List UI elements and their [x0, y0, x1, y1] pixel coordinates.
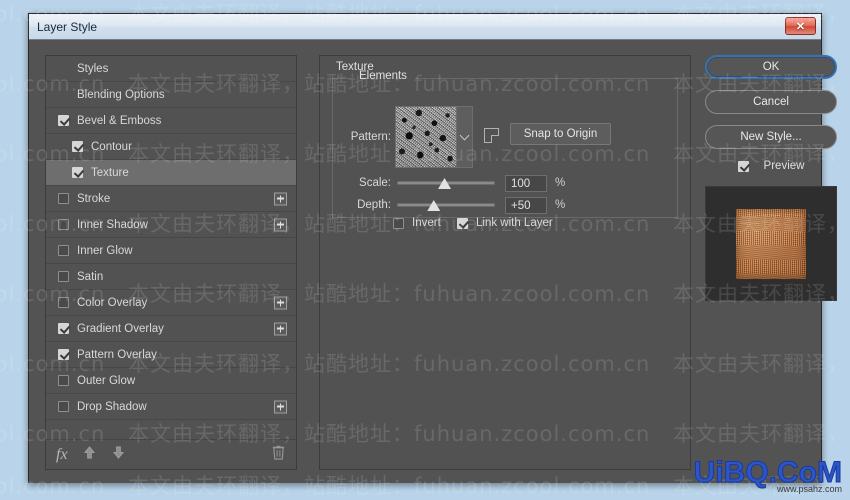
preview-label: Preview	[763, 160, 805, 172]
style-row-drop-shadow[interactable]: Drop Shadow	[46, 394, 296, 420]
scale-input[interactable]: 100	[505, 175, 547, 192]
style-enable-checkbox[interactable]	[58, 323, 69, 334]
style-enable-checkbox[interactable]	[58, 271, 69, 282]
style-row-inner-shadow[interactable]: Inner Shadow	[46, 212, 296, 238]
style-row-label: Texture	[91, 166, 129, 179]
link-with-layer-checkbox-box[interactable]	[457, 217, 468, 229]
styles-panel: Styles Blending Options Bevel & Emboss Cont…	[45, 55, 297, 470]
preview-swatch	[736, 208, 806, 279]
link-with-layer-checkbox[interactable]: Link with Layer	[457, 217, 553, 229]
style-row-label: Contour	[91, 140, 132, 153]
ok-button[interactable]: OK	[705, 55, 837, 79]
title-bar: Layer Style ✕	[29, 14, 821, 40]
style-row-blending-options[interactable]: Blending Options	[46, 82, 296, 108]
layer-style-dialog: Layer Style ✕ Styles Blending Options Beve…	[28, 13, 837, 483]
new-preset-icon[interactable]	[484, 128, 499, 143]
chevron-down-icon[interactable]	[457, 106, 473, 168]
depth-slider-track[interactable]	[397, 203, 495, 207]
style-row-label: Satin	[77, 270, 104, 283]
style-enable-checkbox[interactable]	[58, 245, 69, 256]
new-style-button[interactable]: New Style...	[705, 125, 837, 149]
site-logo-sub: www.psahz.com	[776, 484, 842, 494]
arrow-up-icon[interactable]	[82, 445, 97, 465]
style-row-bevel-emboss[interactable]: Bevel & Emboss	[46, 108, 296, 134]
preview-checkbox[interactable]: Preview	[705, 160, 837, 172]
dialog-body: Styles Blending Options Bevel & Emboss Cont…	[29, 40, 837, 483]
style-row-label: Drop Shadow	[77, 400, 147, 413]
texture-panel: Texture Elements Pattern: Snap to Origin…	[319, 55, 691, 470]
style-row-inner-glow[interactable]: Inner Glow	[46, 238, 296, 264]
preview-thumbnail	[705, 186, 837, 301]
style-enable-checkbox[interactable]	[58, 219, 69, 230]
style-row-label: Blending Options	[77, 88, 165, 101]
style-row-label: Bevel & Emboss	[77, 114, 162, 127]
add-effect-icon[interactable]	[274, 296, 287, 309]
arrow-down-icon[interactable]	[111, 445, 126, 465]
pattern-thumbnail[interactable]	[395, 106, 457, 168]
preview-checkbox-box[interactable]	[737, 160, 749, 172]
style-row-satin[interactable]: Satin	[46, 264, 296, 290]
trash-icon[interactable]	[271, 444, 286, 465]
elements-group: Elements Pattern: Snap to Origin Scale: …	[332, 70, 678, 229]
style-enable-checkbox[interactable]	[58, 375, 69, 386]
style-enable-checkbox[interactable]	[72, 167, 83, 178]
style-row-texture[interactable]: Texture	[46, 160, 296, 186]
depth-input[interactable]: +50	[505, 197, 547, 214]
style-row-styles[interactable]: Styles	[46, 56, 296, 82]
add-effect-icon[interactable]	[274, 400, 287, 413]
depth-label: Depth:	[357, 199, 391, 211]
style-row-outer-glow[interactable]: Outer Glow	[46, 368, 296, 394]
style-enable-checkbox[interactable]	[58, 401, 69, 412]
pattern-label: Pattern:	[350, 131, 391, 143]
style-row-label: Pattern Overlay	[77, 348, 157, 361]
style-row-label: Styles	[77, 62, 109, 75]
scale-label: Scale:	[359, 177, 391, 189]
snap-to-origin-button[interactable]: Snap to Origin	[510, 123, 611, 145]
style-enable-checkbox[interactable]	[58, 297, 69, 308]
style-row-label: Inner Shadow	[77, 218, 148, 231]
style-enable-checkbox[interactable]	[58, 349, 69, 360]
style-row-label: Stroke	[77, 192, 111, 205]
style-row-label: Color Overlay	[77, 296, 148, 309]
style-enable-checkbox[interactable]	[58, 193, 69, 204]
style-row-contour[interactable]: Contour	[46, 134, 296, 160]
add-effect-icon[interactable]	[274, 192, 287, 205]
cancel-button[interactable]: Cancel	[705, 90, 837, 114]
invert-label: Invert	[412, 217, 441, 229]
styles-footer: fx	[46, 439, 296, 469]
scale-unit: %	[555, 177, 566, 189]
style-row-gradient-overlay[interactable]: Gradient Overlay	[46, 316, 296, 342]
screen: Layer Style ✕ Styles Blending Options Beve…	[0, 0, 850, 500]
style-row-pattern-overlay[interactable]: Pattern Overlay	[46, 342, 296, 368]
invert-checkbox[interactable]: Invert	[393, 217, 441, 229]
depth-unit: %	[555, 199, 566, 211]
invert-checkbox-box[interactable]	[393, 217, 404, 229]
add-effect-icon[interactable]	[274, 218, 287, 231]
styles-list[interactable]: Styles Blending Options Bevel & Emboss Cont…	[46, 56, 296, 439]
elements-group-label: Elements	[355, 70, 411, 82]
style-enable-checkbox[interactable]	[72, 141, 83, 152]
add-effect-icon[interactable]	[274, 322, 287, 335]
style-row-label: Gradient Overlay	[77, 322, 164, 335]
style-row-color-overlay[interactable]: Color Overlay	[46, 290, 296, 316]
close-icon[interactable]: ✕	[785, 17, 816, 35]
style-row-stroke[interactable]: Stroke	[46, 186, 296, 212]
style-row-label: Outer Glow	[77, 374, 136, 387]
link-with-layer-label: Link with Layer	[476, 217, 553, 229]
style-row-label: Inner Glow	[77, 244, 133, 257]
style-enable-checkbox[interactable]	[58, 115, 69, 126]
window-title: Layer Style	[37, 19, 98, 34]
dialog-actions: OK Cancel New Style... Preview	[705, 55, 837, 301]
fx-icon[interactable]: fx	[56, 446, 68, 463]
